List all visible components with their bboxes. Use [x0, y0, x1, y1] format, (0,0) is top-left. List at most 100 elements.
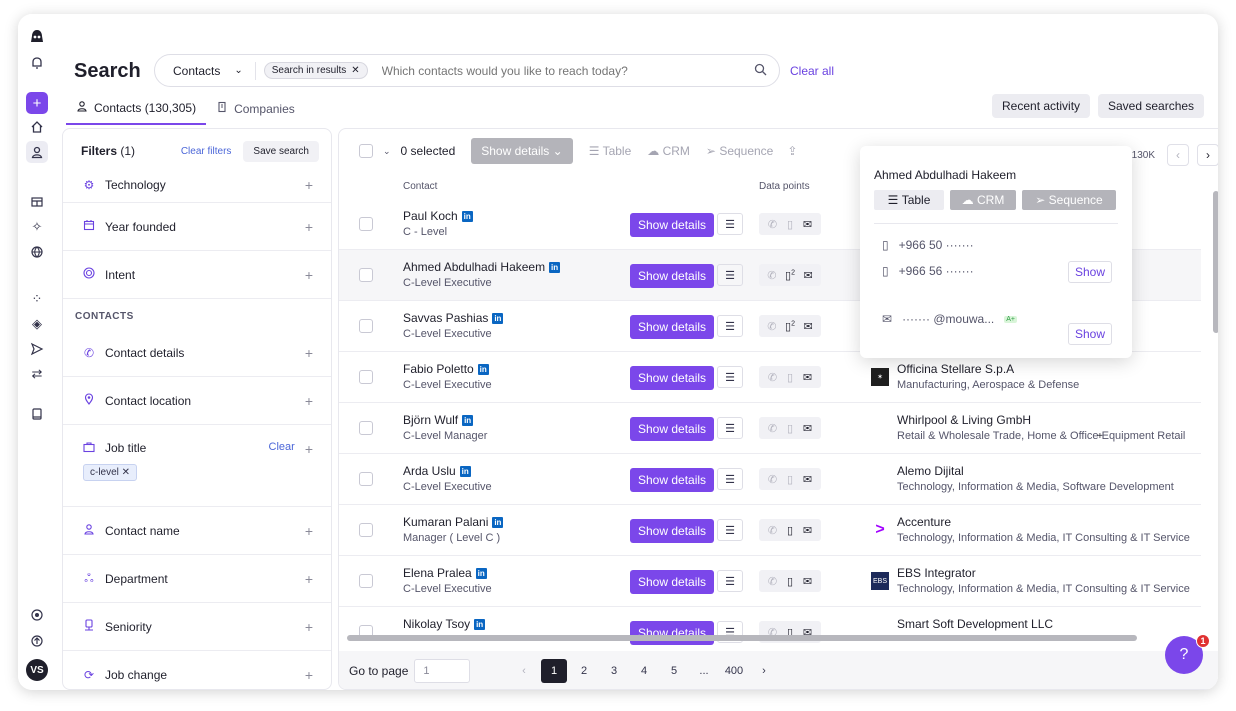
filter-year-founded[interactable]: Year founded + [63, 203, 331, 251]
table-icon[interactable] [26, 191, 48, 213]
add-to-list-icon[interactable]: ☰ [717, 315, 743, 337]
new-plus-icon[interactable]: + [26, 92, 48, 114]
table-row[interactable]: Arda Uslu in C-Level Executive Show detai… [339, 454, 1201, 505]
row-checkbox[interactable] [359, 523, 373, 537]
brand-logo-icon[interactable] [26, 26, 48, 48]
show-phone-button[interactable]: Show [1068, 261, 1112, 283]
saved-searches-button[interactable]: Saved searches [1098, 94, 1205, 118]
upgrade-arrow-icon[interactable] [26, 630, 48, 652]
clear-all-link[interactable]: Clear all [790, 64, 834, 78]
row-checkbox[interactable] [359, 319, 373, 333]
row-checkbox[interactable] [359, 421, 373, 435]
plus-icon[interactable]: + [305, 267, 313, 283]
record-icon[interactable] [26, 604, 48, 626]
show-details-button[interactable]: Show details [630, 366, 715, 390]
clear-filters-link[interactable]: Clear filters [181, 146, 232, 157]
linkedin-icon[interactable]: in [492, 312, 504, 324]
plus-icon[interactable]: + [305, 667, 313, 683]
show-details-button[interactable]: Show details [630, 264, 715, 288]
horizontal-scrollbar[interactable] [347, 635, 1137, 641]
add-to-list-icon[interactable]: ☰ [717, 570, 743, 592]
sequence-action[interactable]: ➢ Sequence [706, 144, 773, 158]
send-icon[interactable] [26, 338, 48, 360]
linkedin-icon[interactable]: in [459, 465, 471, 477]
page-400[interactable]: 400 [721, 659, 747, 683]
page-3[interactable]: 3 [601, 659, 627, 683]
home-icon[interactable] [26, 116, 48, 138]
plus-icon[interactable]: + [305, 523, 313, 539]
table-action[interactable]: ☰ Table [589, 144, 632, 158]
filter-seniority[interactable]: Seniority + [63, 603, 331, 651]
show-details-button[interactable]: Show details [630, 519, 715, 543]
table-row[interactable]: Björn Wulf in C-Level Manager Show detail… [339, 403, 1201, 454]
plus-icon[interactable]: + [305, 441, 313, 457]
book-icon[interactable] [26, 403, 48, 425]
linkedin-icon[interactable]: in [492, 516, 504, 528]
bell-icon[interactable] [26, 52, 48, 74]
close-icon[interactable]: ✕ [351, 65, 359, 76]
show-email-button[interactable]: Show [1068, 323, 1112, 345]
prev-page-icon[interactable]: ‹ [511, 659, 537, 683]
sparkle-ai-icon[interactable]: ✧ [26, 216, 48, 238]
company-name[interactable]: Alemo Dijital [897, 464, 964, 478]
contact-name[interactable]: Arda Uslu in [403, 464, 471, 478]
contacts-person-icon[interactable] [26, 141, 48, 163]
popover-crm-button[interactable]: ☁ CRM [950, 190, 1016, 210]
add-to-list-icon[interactable]: ☰ [717, 519, 743, 541]
show-details-button[interactable]: Show details [630, 417, 715, 441]
linkedin-icon[interactable]: in [462, 414, 474, 426]
search-bar[interactable]: Contacts ⌄ Search in results ✕ [154, 54, 780, 87]
tab-contacts[interactable]: Contacts (130,305) [66, 96, 207, 125]
column-contact[interactable]: Contact [403, 181, 437, 192]
contact-name[interactable]: Ahmed Abdulhadi Hakeem in [403, 260, 561, 274]
linkedin-icon[interactable]: in [474, 618, 486, 630]
export-icon[interactable]: ⇪ [787, 144, 797, 158]
popover-table-button[interactable]: ☰ Table [874, 190, 944, 210]
filter-contact-name[interactable]: Contact name + [63, 507, 331, 555]
contact-name[interactable]: Kumaran Palani in [403, 515, 504, 529]
filter-technology[interactable]: ⚙ Technology + [63, 167, 331, 203]
linkedin-icon[interactable]: in [477, 363, 489, 375]
filter-job-change[interactable]: ⟳ Job change + [63, 651, 331, 689]
user-avatar[interactable]: VS [26, 659, 48, 681]
save-search-button[interactable]: Save search [243, 140, 319, 162]
company-name[interactable]: Accenture [897, 515, 951, 529]
show-details-button[interactable]: Show details [630, 621, 715, 645]
company-name[interactable]: Smart Soft Development LLC [897, 617, 1053, 631]
linkedin-icon[interactable]: in [475, 567, 487, 579]
show-details-button[interactable]: Show details [630, 213, 715, 237]
add-to-list-icon[interactable]: ☰ [717, 366, 743, 388]
search-icon[interactable] [754, 63, 767, 79]
contact-name[interactable]: Nikolay Tsoy in [403, 617, 486, 631]
plus-icon[interactable]: + [305, 393, 313, 409]
contact-name[interactable]: Fabio Poletto in [403, 362, 489, 376]
job-title-chip-c-level[interactable]: c-level ✕ [83, 464, 138, 481]
row-checkbox[interactable] [359, 217, 373, 231]
search-type-select[interactable]: Contacts [173, 64, 220, 78]
prev-page-icon[interactable]: ‹ [1167, 144, 1189, 166]
workflow-icon[interactable]: ⁘ [26, 288, 48, 310]
next-page-icon[interactable]: › [751, 659, 777, 683]
show-details-bulk-button[interactable]: Show details ⌄ [471, 138, 573, 164]
linkedin-icon[interactable]: in [549, 261, 561, 273]
chevron-down-icon[interactable]: ⌄ [383, 146, 391, 157]
add-to-list-icon[interactable]: ☰ [717, 213, 743, 235]
vertical-scrollbar[interactable] [1213, 191, 1218, 333]
select-all-checkbox[interactable] [359, 144, 373, 158]
show-details-button[interactable]: Show details [630, 315, 715, 339]
plus-icon[interactable]: + [305, 619, 313, 635]
clear-job-title-link[interactable]: Clear [269, 441, 295, 453]
filter-department[interactable]: ஃ Department + [63, 555, 331, 603]
table-row[interactable]: Fabio Poletto in C-Level Executive Show d… [339, 352, 1201, 403]
search-input[interactable] [381, 63, 754, 78]
show-details-button[interactable]: Show details [630, 570, 715, 594]
tab-companies[interactable]: Companies [206, 96, 305, 125]
search-in-results-chip[interactable]: Search in results ✕ [263, 62, 368, 79]
company-name[interactable]: EBS Integrator [897, 566, 976, 580]
radar-icon[interactable]: ◈ [26, 313, 48, 335]
linkedin-icon[interactable]: in [461, 210, 473, 222]
goto-page-input[interactable] [414, 659, 471, 683]
add-to-list-icon[interactable]: ☰ [717, 417, 743, 439]
plus-icon[interactable]: + [305, 219, 313, 235]
row-checkbox[interactable] [359, 472, 373, 486]
